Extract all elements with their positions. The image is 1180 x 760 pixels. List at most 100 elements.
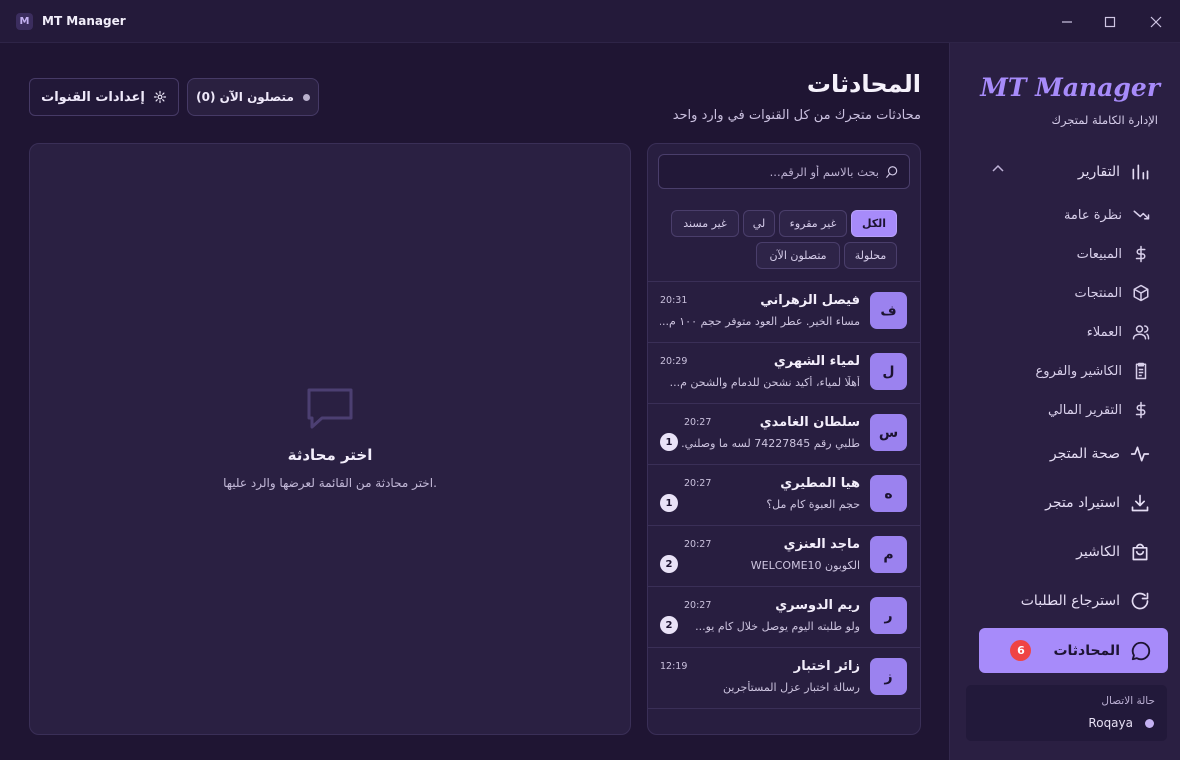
sidebar-item-cashier[interactable]: الكاشير <box>966 532 1168 572</box>
message-preview: طلبي رقم 74227845 لسه ما وصلني... <box>680 437 860 450</box>
dollar-icon <box>1135 401 1146 419</box>
contact-name: ماجد العنزي <box>783 537 860 552</box>
conversation-item[interactable]: س سلطان الغامدي طلبي رقم 74227845 لسه ما… <box>648 404 920 465</box>
sidebar-item-label: المحادثات <box>1053 642 1120 659</box>
sidebar-item-label: المنتجات <box>1074 285 1122 301</box>
bag-icon <box>1132 543 1148 561</box>
search-input[interactable] <box>679 164 879 179</box>
sidebar-item-label: استرجاع الطلبات <box>1020 593 1120 609</box>
status-dot-icon <box>1145 719 1154 728</box>
brand-logo: MT Manager <box>980 73 1160 102</box>
contact-name: زائر اختبار <box>793 659 860 674</box>
sidebar-item-label: نظرة عامة <box>1063 207 1122 223</box>
connected-user: Roqaya <box>1088 716 1133 730</box>
conversation-item[interactable]: ه هيا المطيري حجم العبوة كام مل؟ 20:27 1 <box>648 465 920 526</box>
sidebar-item-overview[interactable]: نظرة عامة <box>980 200 1150 230</box>
message-time: 20:27 <box>684 539 712 550</box>
maximize-button[interactable] <box>1100 12 1120 32</box>
message-time: 12:19 <box>660 661 688 672</box>
message-time: 20:31 <box>660 295 688 306</box>
clipboard-icon <box>1135 362 1147 380</box>
sidebar-item-label: التقارير <box>1077 164 1120 180</box>
unread-count-badge: 2 <box>660 555 678 573</box>
message-preview: أهلًا لمياء، أكيد نشحن للدمام والشحن م..… <box>669 376 860 389</box>
conversation-item[interactable]: ف فيصل الزهراني مساء الخير. عطر العود مت… <box>648 282 920 343</box>
settings-label: إعدادات القنوات <box>41 89 145 105</box>
contact-name: لمياء الشهري <box>773 354 860 369</box>
sidebar-item-customers[interactable]: العملاء <box>980 317 1150 347</box>
download-icon <box>1131 494 1149 512</box>
chevron-up-icon[interactable] <box>992 164 1004 172</box>
page-subtitle: محادثات متجرك من كل القنوات في وارد واحد <box>672 108 921 123</box>
sidebar-item-label: العملاء <box>1086 324 1122 340</box>
close-button[interactable] <box>1146 12 1166 32</box>
sidebar: MT Manager الإدارة الكاملة لمتجرك التقار… <box>949 43 1180 760</box>
bar-chart-icon <box>1132 164 1149 180</box>
filter-unread[interactable]: غير مقروء <box>779 210 847 237</box>
sidebar-item-store-health[interactable]: صحة المتجر <box>966 434 1168 474</box>
filter-all[interactable]: الكل <box>851 210 897 237</box>
sidebar-item-sales[interactable]: المبيعات <box>980 239 1150 269</box>
sidebar-item-label: استيراد متجر <box>1045 495 1120 511</box>
contact-name: فيصل الزهراني <box>760 293 860 308</box>
status-dot-icon <box>302 93 310 101</box>
message-preview: ولو طلبته اليوم يوصل خلال كام يو... <box>695 620 860 633</box>
sidebar-item-conversations[interactable]: 6 المحادثات <box>979 628 1168 673</box>
sidebar-item-label: صحة المتجر <box>1049 446 1120 462</box>
search-icon <box>886 165 898 178</box>
sidebar-item-order-returns[interactable]: استرجاع الطلبات <box>966 581 1168 621</box>
avatar: ف <box>870 292 907 329</box>
sidebar-item-financial-report[interactable]: التقرير المالي <box>980 395 1150 425</box>
gear-icon <box>153 90 166 104</box>
app-logo-icon: M <box>16 13 33 30</box>
sidebar-item-import-store[interactable]: استيراد متجر <box>966 483 1168 523</box>
avatar: س <box>870 414 907 451</box>
empty-state-title: اختر محادثة <box>287 446 373 464</box>
page-title: المحادثات <box>806 70 921 98</box>
title-bar: M MT Manager <box>0 0 1180 43</box>
refresh-icon <box>1131 592 1149 610</box>
avatar: ز <box>870 658 907 695</box>
connection-status-card: حالة الاتصال Roqaya <box>966 685 1167 741</box>
sidebar-item-label: المبيعات <box>1076 246 1122 262</box>
minimize-button[interactable] <box>1057 12 1077 32</box>
sidebar-item-reports[interactable]: التقارير <box>966 152 1168 192</box>
conversation-list-panel: الكل غير مقروء لي غير مسند محلولة متصلون… <box>647 143 921 735</box>
conversation-item[interactable]: م ماجد العنزي الكوبون WELCOME10 20:27 2 <box>648 526 920 587</box>
avatar: ه <box>870 475 907 512</box>
message-preview: مساء الخير. عطر العود متوفر حجم ١٠٠ م... <box>660 315 860 328</box>
message-preview: رسالة اختبار عزل المستأجرين <box>723 681 860 694</box>
conversation-detail-panel: اختر محادثة اختر محادثة من القائمة لعرضه… <box>29 143 631 735</box>
message-preview: الكوبون WELCOME10 <box>750 559 860 572</box>
sidebar-item-products[interactable]: المنتجات <box>980 278 1150 308</box>
avatar: م <box>870 536 907 573</box>
conversation-item[interactable]: ل لمياء الشهري أهلًا لمياء، أكيد نشحن لل… <box>648 343 920 404</box>
dollar-icon <box>1135 245 1146 263</box>
conversation-item[interactable]: ز زائر اختبار رسالة اختبار عزل المستأجري… <box>648 648 920 709</box>
chat-bubble-icon <box>307 388 353 429</box>
filter-online[interactable]: متصلون الآن <box>756 242 840 269</box>
pulse-icon <box>1130 446 1150 462</box>
channel-settings-button[interactable]: إعدادات القنوات <box>29 78 179 116</box>
close-icon <box>1150 16 1162 28</box>
box-icon <box>1133 284 1149 302</box>
contact-name: ريم الدوسري <box>775 598 860 613</box>
message-time: 20:27 <box>684 600 712 611</box>
filter-resolved[interactable]: محلولة <box>844 242 897 269</box>
avatar: ل <box>870 353 907 390</box>
filter-unassigned[interactable]: غير مسند <box>671 210 739 237</box>
conversation-item[interactable]: ر ريم الدوسري ولو طلبته اليوم يوصل خلال … <box>648 587 920 648</box>
search-box[interactable] <box>658 154 910 189</box>
online-now-label: متصلون الآن (0) <box>196 90 294 104</box>
avatar: ر <box>870 597 907 634</box>
window-title: MT Manager <box>42 14 126 28</box>
filter-chips: الكل غير مقروء لي غير مسند محلولة متصلون… <box>648 198 920 282</box>
filter-mine[interactable]: لي <box>743 210 775 237</box>
sidebar-item-cashier-branches[interactable]: الكاشير والفروع <box>980 356 1150 386</box>
contact-name: سلطان الغامدي <box>759 415 860 430</box>
sidebar-item-label: التقرير المالي <box>1047 402 1122 418</box>
online-now-pill[interactable]: متصلون الآن (0) <box>187 78 319 116</box>
unread-count-badge: 1 <box>660 494 678 512</box>
message-time: 20:27 <box>684 478 712 489</box>
users-icon <box>1132 325 1150 340</box>
